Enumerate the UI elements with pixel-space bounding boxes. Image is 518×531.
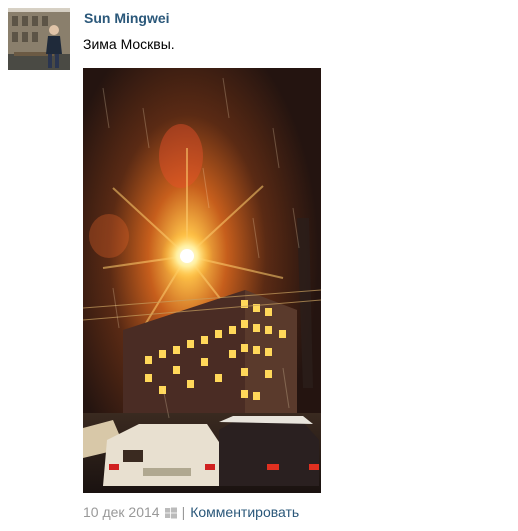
comment-link[interactable]: Комментировать [190,504,299,520]
author-name-link[interactable]: Sun Mingwei [84,10,170,26]
post-text: Зима Москвы. [83,36,175,52]
avatar-image [8,8,70,70]
photo-image [83,68,321,493]
post-photo[interactable] [83,68,321,493]
windows-icon [164,506,177,519]
wall-post: Sun Mingwei Зима Москвы. 10 дек 2014 | К… [0,0,518,531]
footer-separator: | [181,504,186,520]
author-avatar[interactable] [8,8,70,70]
post-date[interactable]: 10 дек 2014 [83,504,160,520]
post-footer: 10 дек 2014 | Комментировать [83,504,299,520]
